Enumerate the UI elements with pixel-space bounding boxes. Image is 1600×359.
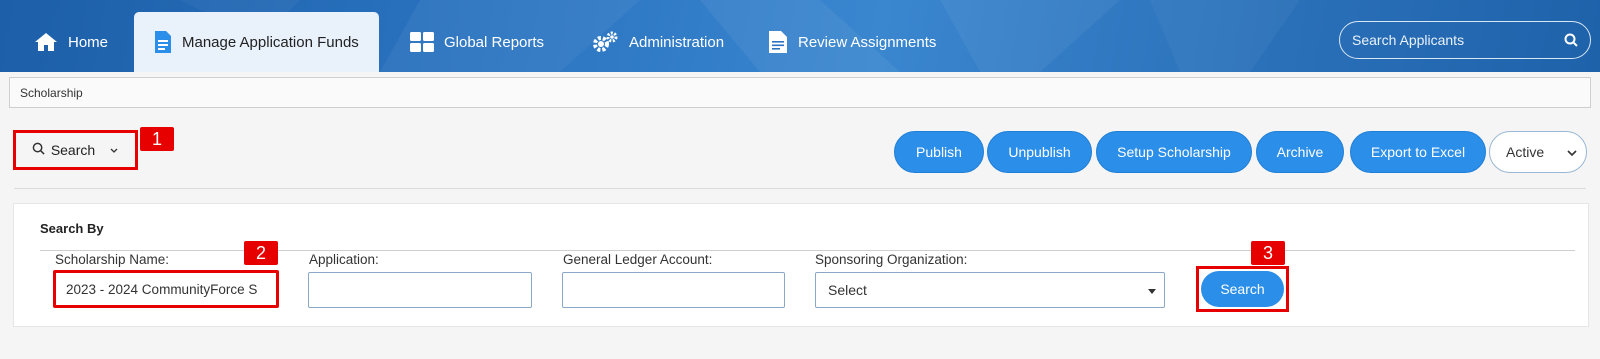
document-icon (154, 30, 172, 54)
scholarship-name-input[interactable] (53, 270, 279, 308)
export-to-excel-button[interactable]: Export to Excel (1350, 131, 1486, 173)
sponsoring-org-label: Sponsoring Organization: (815, 252, 968, 267)
search-toggle-label: Search (50, 142, 96, 158)
search-icon[interactable] (1564, 33, 1578, 52)
chevron-down-icon (109, 142, 119, 158)
nav-home-label: Home (68, 33, 109, 51)
nav-manage-label: Manage Application Funds (182, 33, 359, 51)
nav-global-reports-label: Global Reports (444, 33, 545, 51)
nav-manage-application-funds[interactable]: Manage Application Funds (134, 12, 379, 72)
setup-scholarship-button[interactable]: Setup Scholarship (1096, 131, 1252, 173)
search-toggle-button[interactable]: Search (13, 130, 138, 170)
search-icon (32, 142, 45, 158)
archive-button[interactable]: Archive (1256, 131, 1344, 173)
publish-button[interactable]: Publish (894, 131, 984, 173)
nav-home[interactable]: Home (34, 12, 108, 72)
home-icon (34, 32, 58, 52)
search-button-highlight: Search (1196, 266, 1289, 312)
unpublish-button[interactable]: Unpublish (987, 131, 1092, 173)
application-label: Application: (309, 252, 379, 267)
breadcrumb: Scholarship (9, 77, 1591, 108)
document-icon (768, 30, 788, 54)
nav-review-assignments[interactable]: Review Assignments (768, 12, 936, 72)
gears-icon (591, 30, 619, 54)
nav-administration[interactable]: Administration (591, 12, 724, 72)
annotation-badge-1: 1 (140, 127, 174, 151)
search-applicants-input[interactable] (1352, 22, 1552, 58)
search-button[interactable]: Search (1201, 271, 1284, 307)
nav-global-reports[interactable]: Global Reports (410, 12, 544, 72)
status-select-value: Active (1506, 144, 1545, 160)
top-navigation: Home Manage Application Funds Global Rep… (0, 0, 1600, 72)
general-ledger-input[interactable] (562, 272, 785, 308)
caret-down-icon (1148, 289, 1156, 294)
search-panel-title: Search By (40, 221, 104, 236)
scholarship-name-label: Scholarship Name: (55, 252, 170, 267)
nav-review-label: Review Assignments (798, 33, 937, 51)
search-applicants-box (1339, 21, 1591, 59)
chevron-down-icon (1566, 146, 1578, 162)
sponsoring-org-select[interactable]: Select (815, 272, 1165, 308)
toolbar-divider (14, 188, 1586, 189)
sponsoring-org-value: Select (828, 282, 867, 298)
application-input[interactable] (308, 272, 532, 308)
general-ledger-label: General Ledger Account: (563, 252, 713, 267)
nav-administration-label: Administration (629, 33, 725, 51)
annotation-badge-2: 2 (244, 241, 278, 265)
grid-icon (410, 32, 434, 52)
status-select[interactable]: Active (1489, 131, 1587, 173)
search-panel: Search By Scholarship Name: Application:… (13, 203, 1589, 327)
annotation-badge-3: 3 (1251, 241, 1285, 265)
